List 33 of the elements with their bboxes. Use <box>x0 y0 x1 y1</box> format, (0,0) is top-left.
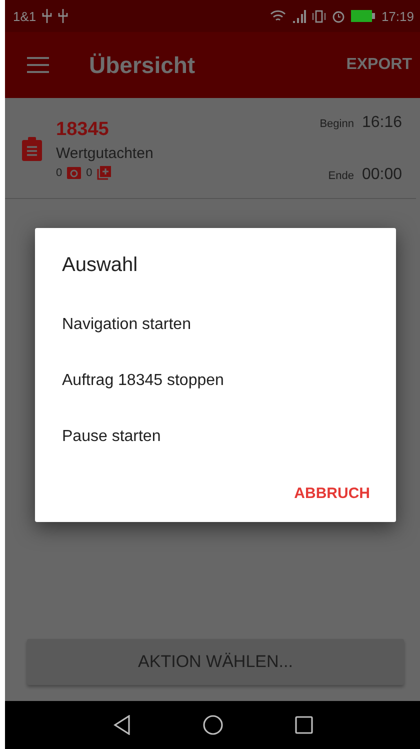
camera-icon <box>67 166 82 178</box>
carrier-text: 1&1 <box>13 8 36 24</box>
vibrate-icon <box>312 10 326 22</box>
end-label: Ende <box>327 170 354 182</box>
signal-icon <box>292 10 306 22</box>
order-number: 18345 <box>56 118 110 140</box>
battery-icon <box>351 10 376 22</box>
home-icon[interactable] <box>202 715 222 735</box>
cancel-button[interactable]: ABBRUCH <box>290 479 374 508</box>
screen-title: Übersicht <box>89 52 196 78</box>
dialog-option[interactable]: Navigation starten <box>35 297 396 353</box>
dialog-option[interactable]: Pause starten <box>35 409 396 465</box>
menu-icon[interactable] <box>27 57 49 73</box>
alarm-icon <box>332 10 346 22</box>
usb-icon <box>58 9 68 23</box>
start-time: 16:16 <box>362 114 402 132</box>
order-type: Wertgutachten <box>56 144 154 162</box>
dialog-title: Auswahl <box>62 254 139 277</box>
usb-icon <box>42 9 52 23</box>
add-copy-icon <box>97 166 112 180</box>
clipboard-icon <box>22 137 42 161</box>
export-button[interactable]: EXPORT <box>342 52 416 78</box>
clock-text: 17:19 <box>381 8 414 24</box>
order-card[interactable]: 18345 Wertgutachten 0 0 Beginn 16:16 Ende 00:00 <box>5 98 416 199</box>
dialog-option[interactable]: Auftrag 18345 stoppen <box>35 353 396 409</box>
start-label: Beginn <box>320 118 354 130</box>
attachment-count: 0 <box>86 166 92 178</box>
back-icon[interactable] <box>112 715 130 735</box>
photo-count: 0 <box>56 166 62 178</box>
action-button[interactable]: AKTION WÄHLEN... <box>27 639 404 685</box>
end-time: 00:00 <box>362 166 402 184</box>
recents-icon[interactable] <box>294 716 312 734</box>
wifi-icon <box>270 10 286 22</box>
